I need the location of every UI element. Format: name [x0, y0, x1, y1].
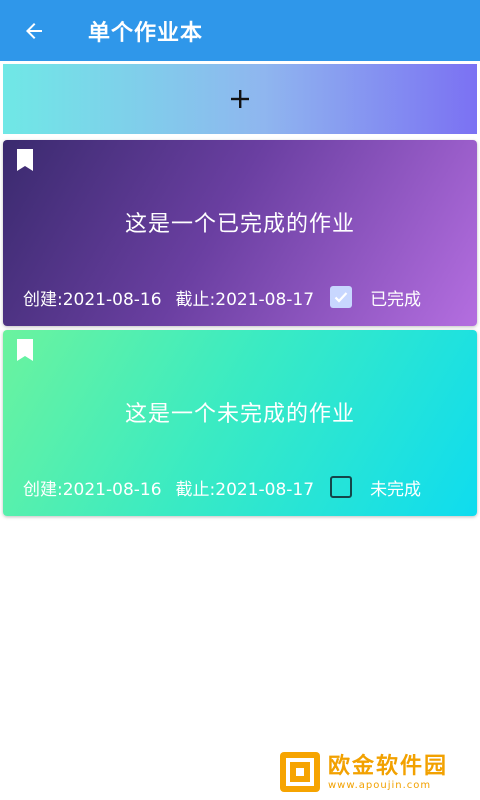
status-label: 已完成: [370, 289, 422, 310]
card-footer: 创建:2021-08-16 截止:2021-08-17 已完成: [23, 282, 459, 312]
card-title: 这是一个已完成的作业: [124, 212, 355, 237]
deadline-date: 截止:2021-08-17: [175, 479, 315, 500]
status-label: 未完成: [370, 479, 422, 500]
watermark-logo-icon: [280, 752, 320, 792]
watermark-url: www.apoujin.com: [328, 779, 432, 791]
card-footer: 创建:2021-08-16 截止:2021-08-17 未完成: [23, 472, 459, 502]
completion-checkbox[interactable]: [330, 476, 353, 498]
created-date: 创建:2021-08-16: [23, 479, 162, 500]
add-homework-button[interactable]: +: [3, 64, 477, 134]
created-date: 创建:2021-08-16: [23, 289, 162, 310]
bookmark-icon: [17, 339, 33, 361]
watermark-text: 欧金软件园 www.apoujin.com: [328, 754, 448, 791]
back-button[interactable]: [14, 11, 54, 51]
completion-checkbox[interactable]: [330, 286, 353, 308]
card-title: 这是一个未完成的作业: [124, 402, 355, 427]
homework-card-completed[interactable]: 这是一个已完成的作业 创建:2021-08-16 截止:2021-08-17 已…: [3, 140, 477, 326]
homework-card-pending[interactable]: 这是一个未完成的作业 创建:2021-08-16 截止:2021-08-17 未…: [3, 330, 477, 516]
app-bar: 单个作业本: [0, 0, 480, 61]
page-title: 单个作业本: [88, 20, 204, 46]
plus-icon: [231, 90, 249, 108]
watermark: 欧金软件园 www.apoujin.com: [280, 747, 476, 797]
check-icon: [334, 292, 348, 303]
bookmark-icon: [17, 149, 33, 171]
watermark-name: 欧金软件园: [328, 753, 449, 779]
arrow-left-icon: [26, 22, 42, 39]
deadline-date: 截止:2021-08-17: [175, 289, 315, 310]
